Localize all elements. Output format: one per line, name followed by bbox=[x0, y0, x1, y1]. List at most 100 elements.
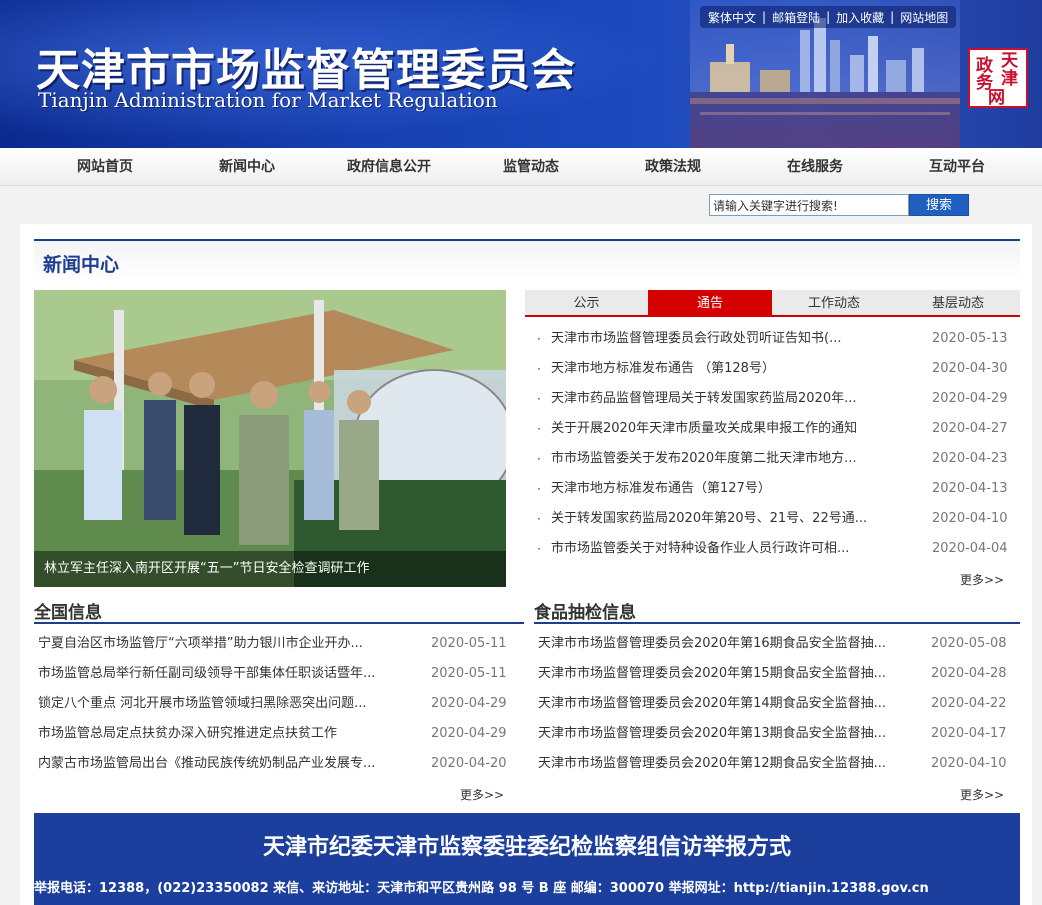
report-channel-box: 天津市纪委天津市监察委驻委纪检监察组信访举报方式 举报电话：12388，(022… bbox=[34, 813, 1020, 905]
bullet-icon: · bbox=[537, 452, 541, 466]
tab-grassroots-news[interactable]: 基层动态 bbox=[896, 290, 1020, 317]
traditional-chinese-link[interactable]: 繁体中文 bbox=[708, 9, 756, 26]
list-item[interactable]: 宁夏自治区市场监管厅“六项举措”助力银川市企业开办... 2020-05-11 bbox=[38, 629, 518, 659]
list-item-date: 2020-04-10 bbox=[932, 511, 1008, 526]
add-favorite-link[interactable]: 加入收藏 bbox=[836, 9, 884, 26]
list-item-date: 2020-04-29 bbox=[431, 696, 507, 711]
bullet-icon: · bbox=[537, 332, 541, 346]
notice-tabs: 公示 通告 工作动态 基层动态 bbox=[525, 290, 1020, 317]
inspection-photo-image bbox=[34, 290, 506, 587]
nav-online-service[interactable]: 在线服务 bbox=[745, 148, 885, 186]
seal-char: 网 bbox=[988, 88, 1005, 108]
list-item-date: 2020-04-30 bbox=[932, 361, 1008, 376]
list-item-title: 关于开展2020年天津市质量攻关成果申报工作的通知 bbox=[551, 421, 858, 436]
tab-public-notice[interactable]: 公示 bbox=[525, 290, 648, 317]
list-item[interactable]: · 关于转发国家药监局2020年第20号、21号、22号通... 2020-04… bbox=[537, 504, 1020, 534]
list-item-title: 天津市市场监督管理委员会2020年第16期食品安全监督抽... bbox=[538, 636, 887, 651]
list-item[interactable]: 锁定八个重点 河北开展市场监管领域扫黑除恶突出问题... 2020-04-29 bbox=[38, 689, 518, 719]
list-item-title: 市市场监管委关于对特种设备作业人员行政许可相... bbox=[551, 541, 850, 556]
list-item[interactable]: 天津市市场监督管理委员会2020年第16期食品安全监督抽... 2020-05-… bbox=[538, 629, 1018, 659]
list-item-title: 市市场监管委关于发布2020年度第二批天津市地方... bbox=[551, 451, 857, 466]
list-item-date: 2020-04-29 bbox=[932, 391, 1008, 406]
food-more-link[interactable]: 更多>> bbox=[960, 786, 1004, 803]
report-contact-line: 举报电话：12388，(022)23350082 来信、来访地址：天津市和平区贵… bbox=[34, 881, 929, 896]
top-links: 繁体中文 | 邮箱登陆 | 加入收藏 | 网站地图 bbox=[700, 6, 957, 28]
nav-news-center[interactable]: 新闻中心 bbox=[177, 148, 317, 186]
tianjin-gov-seal-logo[interactable]: 天 津 政 务 网 bbox=[968, 48, 1028, 108]
list-item[interactable]: 市场监管总局举行新任副司级领导干部集体任职谈话暨年... 2020-05-11 bbox=[38, 659, 518, 689]
list-item-date: 2020-04-04 bbox=[932, 541, 1008, 556]
list-item-title: 宁夏自治区市场监管厅“六项举措”助力银川市企业开办... bbox=[38, 636, 363, 651]
tab-work-news[interactable]: 工作动态 bbox=[772, 290, 896, 317]
list-item-title: 天津市市场监督管理委员会2020年第14期食品安全监督抽... bbox=[538, 696, 887, 711]
link-separator: | bbox=[762, 10, 767, 24]
mail-login-link[interactable]: 邮箱登陆 bbox=[772, 9, 820, 26]
list-item-date: 2020-04-13 bbox=[932, 481, 1008, 496]
list-item[interactable]: 天津市市场监督管理委员会2020年第15期食品安全监督抽... 2020-04-… bbox=[538, 659, 1018, 689]
seal-char: 津 bbox=[1001, 69, 1018, 89]
list-item-title: 市场监管总局定点扶贫办深入研究推进定点扶贫工作 bbox=[38, 726, 338, 741]
list-item[interactable]: 天津市市场监督管理委员会2020年第12期食品安全监督抽... 2020-04-… bbox=[538, 749, 1018, 779]
list-item[interactable]: 市场监管总局定点扶贫办深入研究推进定点扶贫工作 2020-04-29 bbox=[38, 719, 518, 749]
search-input[interactable] bbox=[709, 194, 909, 216]
food-inspection-title: 食品抽检信息 bbox=[534, 603, 636, 623]
list-item-date: 2020-04-27 bbox=[932, 421, 1008, 436]
nav-interaction[interactable]: 互动平台 bbox=[887, 148, 1027, 186]
list-item[interactable]: · 天津市地方标准发布通告 （第128号） 2020-04-30 bbox=[537, 354, 1020, 384]
national-info-title: 全国信息 bbox=[34, 603, 102, 623]
site-map-link[interactable]: 网站地图 bbox=[900, 9, 948, 26]
tab-announcement[interactable]: 通告 bbox=[648, 290, 772, 317]
list-item[interactable]: 天津市市场监督管理委员会2020年第13期食品安全监督抽... 2020-04-… bbox=[538, 719, 1018, 749]
national-more-link[interactable]: 更多>> bbox=[460, 786, 504, 803]
list-item-title: 天津市市场监督管理委员会2020年第13期食品安全监督抽... bbox=[538, 726, 887, 741]
photo-caption[interactable]: 林立军主任深入南开区开展“五一”节日安全检查调研工作 bbox=[34, 551, 506, 587]
list-item-date: 2020-04-22 bbox=[931, 696, 1007, 711]
list-item-title: 天津市市场监督管理委员会2020年第12期食品安全监督抽... bbox=[538, 756, 887, 771]
list-item-date: 2020-05-08 bbox=[931, 636, 1007, 651]
main-nav: 网站首页 新闻中心 政府信息公开 监管动态 政策法规 在线服务 互动平台 bbox=[0, 148, 1042, 186]
list-item-date: 2020-05-11 bbox=[431, 666, 507, 681]
list-item-date: 2020-04-17 bbox=[931, 726, 1007, 741]
list-item[interactable]: 天津市市场监督管理委员会2020年第14期食品安全监督抽... 2020-04-… bbox=[538, 689, 1018, 719]
bullet-icon: · bbox=[537, 512, 541, 526]
list-item[interactable]: · 天津市地方标准发布通告（第127号） 2020-04-13 bbox=[537, 474, 1020, 504]
list-item[interactable]: · 关于开展2020年天津市质量攻关成果申报工作的通知 2020-04-27 bbox=[537, 414, 1020, 444]
list-item-date: 2020-04-10 bbox=[931, 756, 1007, 771]
site-title-en: Tianjin Administration for Market Regula… bbox=[38, 88, 498, 112]
bullet-icon: · bbox=[537, 482, 541, 496]
list-item-title: 天津市市场监督管理委员会行政处罚听证告知书(... bbox=[551, 331, 842, 346]
list-item-date: 2020-04-29 bbox=[431, 726, 507, 741]
nav-policy[interactable]: 政策法规 bbox=[603, 148, 743, 186]
list-item-date: 2020-04-23 bbox=[932, 451, 1008, 466]
announcement-more-link[interactable]: 更多>> bbox=[960, 571, 1004, 588]
list-item-date: 2020-05-13 bbox=[932, 331, 1008, 346]
list-item-title: 市场监管总局举行新任副司级领导干部集体任职谈话暨年... bbox=[38, 666, 376, 681]
list-item-title: 关于转发国家药监局2020年第20号、21号、22号通... bbox=[551, 511, 868, 526]
list-item-title: 天津市地方标准发布通告 （第128号） bbox=[551, 361, 775, 376]
nav-home[interactable]: 网站首页 bbox=[35, 148, 175, 186]
nav-supervision[interactable]: 监管动态 bbox=[461, 148, 601, 186]
list-item[interactable]: 内蒙古市场监管局出台《推动民族传统奶制品产业发展专... 2020-04-20 bbox=[38, 749, 518, 779]
site-banner: 天津市市场监督管理委员会 Tianjin Administration for … bbox=[0, 0, 1042, 148]
list-item-date: 2020-05-11 bbox=[431, 636, 507, 651]
search-button[interactable]: 搜索 bbox=[909, 194, 969, 216]
news-center-header: 新闻中心 bbox=[34, 239, 1020, 283]
nav-gov-info[interactable]: 政府信息公开 bbox=[319, 148, 459, 186]
national-info-header: 全国信息 bbox=[34, 598, 524, 624]
news-center-title: 新闻中心 bbox=[43, 254, 120, 276]
link-separator: | bbox=[826, 10, 831, 24]
link-separator: | bbox=[890, 10, 895, 24]
food-inspection-header: 食品抽检信息 bbox=[534, 598, 1020, 624]
list-item[interactable]: · 市市场监管委关于发布2020年度第二批天津市地方... 2020-04-23 bbox=[537, 444, 1020, 474]
list-item[interactable]: · 天津市药品监督管理局关于转发国家药监局2020年... 2020-04-29 bbox=[537, 384, 1020, 414]
report-title: 天津市纪委天津市监察委驻委纪检监察组信访举报方式 bbox=[262, 835, 791, 860]
list-item[interactable]: · 天津市市场监督管理委员会行政处罚听证告知书(... 2020-05-13 bbox=[537, 324, 1020, 354]
list-item[interactable]: · 市市场监管委关于对特种设备作业人员行政许可相... 2020-04-04 bbox=[537, 534, 1020, 564]
bullet-icon: · bbox=[537, 392, 541, 406]
bullet-icon: · bbox=[537, 422, 541, 436]
news-photo[interactable]: 林立军主任深入南开区开展“五一”节日安全检查调研工作 bbox=[34, 290, 506, 587]
list-item-title: 天津市市场监督管理委员会2020年第15期食品安全监督抽... bbox=[538, 666, 887, 681]
list-item-date: 2020-04-28 bbox=[931, 666, 1007, 681]
list-item-title: 天津市地方标准发布通告（第127号） bbox=[551, 481, 771, 496]
seal-char: 天 bbox=[1001, 51, 1018, 71]
